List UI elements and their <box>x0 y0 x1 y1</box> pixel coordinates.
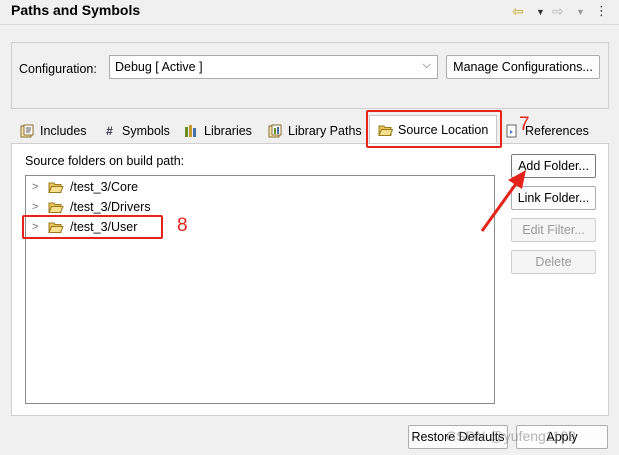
view-menu-icon[interactable]: ⋮ <box>595 3 608 19</box>
tab-symbols[interactable]: # Symbols <box>102 119 170 143</box>
tree-item-label: /test_3/Core <box>70 180 139 194</box>
tab-libraries-label: Libraries <box>204 124 252 138</box>
libraries-icon <box>184 124 199 138</box>
delete-button: Delete <box>511 250 596 274</box>
tab-symbols-label: Symbols <box>122 124 170 138</box>
tab-references[interactable]: References <box>505 119 589 143</box>
tab-includes-label: Includes <box>40 124 87 138</box>
manage-configurations-button[interactable]: Manage Configurations... <box>446 55 600 79</box>
includes-icon <box>20 124 35 138</box>
tab-library-paths[interactable]: Library Paths <box>268 119 362 143</box>
library-paths-icon <box>268 124 283 138</box>
hash-icon: # <box>106 124 113 138</box>
tree-item[interactable]: > /test_3/Core <box>26 177 138 197</box>
tab-libraries[interactable]: Libraries <box>184 119 252 143</box>
tree-item-label: /test_3/Drivers <box>70 200 151 214</box>
chevron-down-icon: ⌵ <box>422 59 431 71</box>
folder-highlight-box <box>22 215 163 239</box>
configuration-value: Debug [ Active ] <box>115 60 203 74</box>
expand-chevron-icon[interactable]: > <box>32 201 44 213</box>
annotation-number-8: 8 <box>177 215 188 236</box>
references-icon <box>505 124 520 138</box>
tree-item[interactable]: > /test_3/Drivers <box>26 197 151 217</box>
back-dropdown-icon[interactable]: ▼ <box>536 7 545 17</box>
tab-library-paths-label: Library Paths <box>288 124 362 138</box>
expand-chevron-icon[interactable]: > <box>32 181 44 193</box>
tab-includes[interactable]: Includes <box>20 119 87 143</box>
watermark: CSDN @yufeng1108 <box>446 428 576 444</box>
source-folders-tree[interactable]: > /test_3/Core > /test_3/Drivers > /test… <box>25 175 495 404</box>
tab-highlight-box <box>366 110 502 148</box>
folder-icon <box>48 201 64 214</box>
back-arrow-icon[interactable]: ⇦ <box>512 3 524 20</box>
annotation-arrow <box>480 170 526 232</box>
tab-references-label: References <box>525 124 589 138</box>
configuration-select[interactable]: Debug [ Active ] ⌵ <box>109 55 438 79</box>
page-title: Paths and Symbols <box>11 2 141 18</box>
forward-arrow-icon: ⇨ <box>552 3 564 19</box>
annotation-number-7: 7 <box>519 114 530 135</box>
source-folders-label: Source folders on build path: <box>25 154 185 168</box>
folder-icon <box>48 181 64 194</box>
header-divider <box>0 24 619 25</box>
forward-dropdown-icon: ▼ <box>576 7 585 17</box>
configuration-label: Configuration: <box>19 62 97 76</box>
